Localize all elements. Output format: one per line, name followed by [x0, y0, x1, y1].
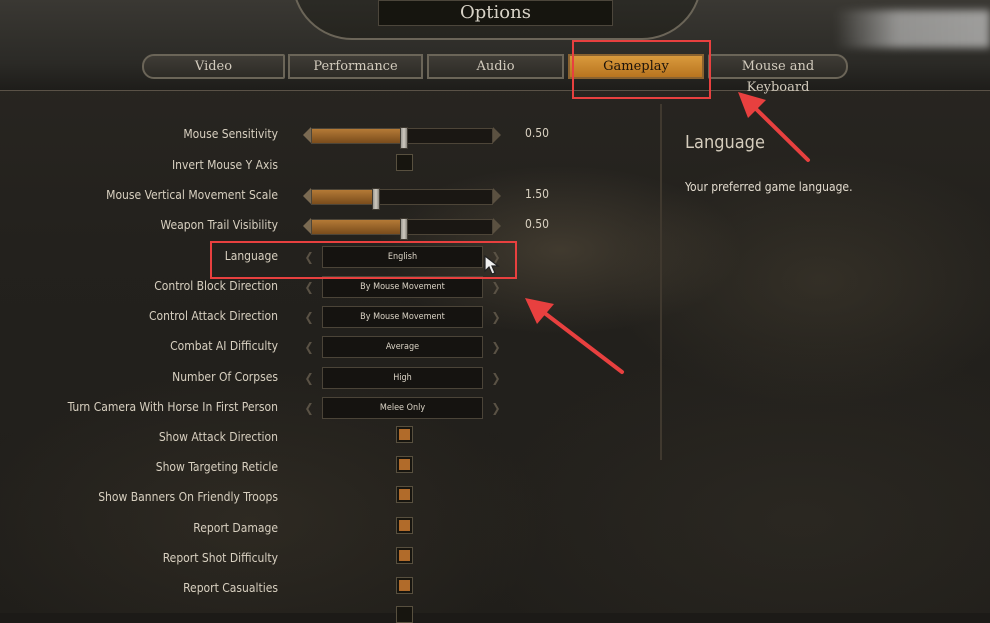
arrow-to-language-row	[525, 298, 624, 374]
arrow-to-gameplay-tab	[738, 92, 810, 162]
annotation-arrows	[525, 92, 810, 374]
